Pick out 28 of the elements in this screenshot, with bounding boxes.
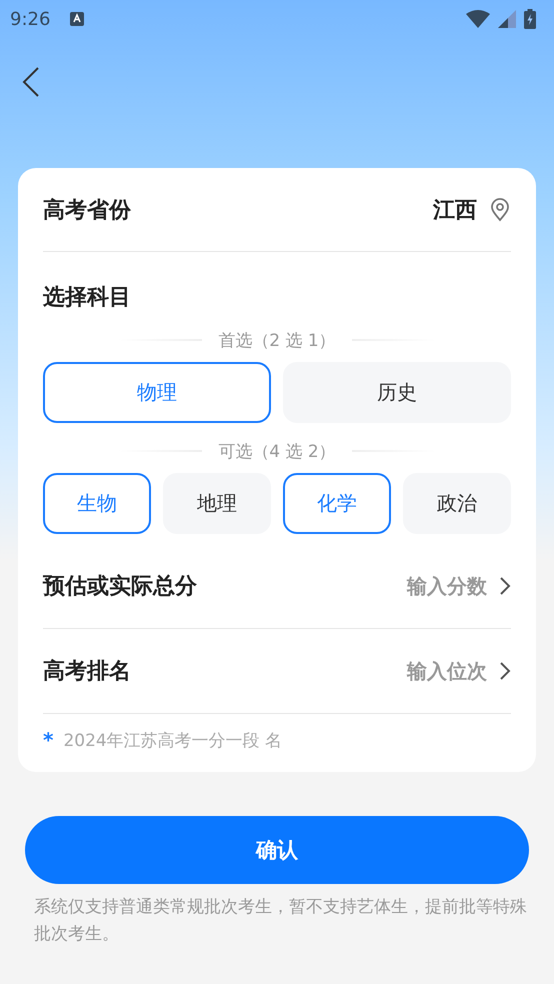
row-label: 高考省份	[43, 196, 131, 224]
keyboard-app-icon	[70, 12, 84, 26]
province-value[interactable]: 江西	[433, 194, 477, 224]
chevron-right-icon[interactable]	[499, 576, 511, 596]
group-label: 首选（2 选 1）	[218, 330, 336, 352]
subject-option[interactable]: 地理	[163, 473, 271, 534]
battery-icon	[524, 9, 536, 29]
input-field[interactable]: 输入分数	[407, 572, 487, 600]
confirm-button[interactable]: 确认	[25, 816, 529, 884]
subject-option[interactable]: 生物	[43, 473, 151, 534]
row-label: 预估或实际总分	[43, 573, 197, 601]
group-label: 可选（4 选 2）	[218, 440, 336, 462]
subject-option[interactable]: 历史	[283, 362, 511, 423]
section-title: 选择科目	[43, 284, 132, 312]
note-text: 2024年江苏高考一分一段 名	[63, 730, 282, 752]
status-time: 9:26	[10, 8, 50, 30]
subject-option[interactable]: 物理	[43, 362, 271, 423]
row-label: 高考排名	[43, 658, 131, 686]
location-pin-icon[interactable]	[489, 198, 511, 222]
subject-option[interactable]: 政治	[403, 473, 511, 534]
disclaimer-text: 系统仅支持普通类常规批次考生，暂不支持艺体生，提前批等特殊批次考生。	[34, 896, 528, 946]
input-field[interactable]: 输入位次	[407, 658, 487, 684]
back-icon[interactable]	[22, 66, 40, 98]
chevron-right-icon[interactable]	[499, 661, 511, 681]
subject-option[interactable]: 化学	[283, 473, 391, 534]
asterisk-mark: *	[43, 728, 54, 752]
wifi-icon	[466, 10, 490, 28]
signal-icon	[498, 10, 516, 28]
